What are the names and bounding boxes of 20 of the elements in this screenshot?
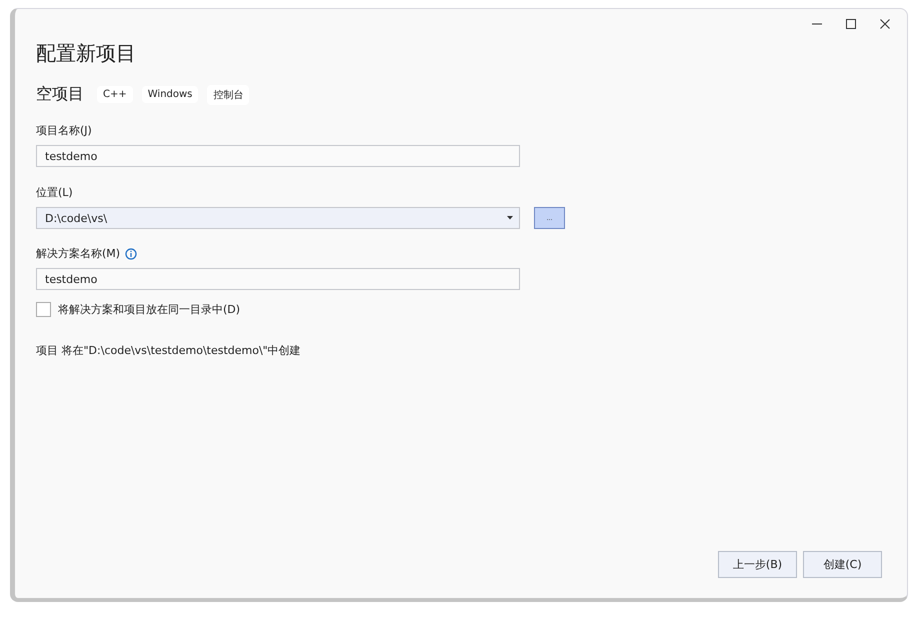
template-tag: 控制台 (207, 84, 250, 104)
dialog-button[interactable]: 创建(C) (803, 551, 882, 578)
template-name: 空项目 (36, 84, 84, 105)
dialog-button[interactable]: 上一步(B) (718, 551, 797, 578)
checkbox[interactable] (36, 302, 51, 317)
template-tag: C++ (97, 86, 133, 103)
close-icon[interactable] (879, 18, 891, 30)
dropdown-arrow-icon (507, 216, 513, 220)
info-text: 项目 将在"D:\code\vs\testdemo\testdemo\"中创建 (36, 343, 302, 358)
window-title: 配置新项目 (36, 40, 137, 66)
location-dropdown[interactable]: D:\code\vs\ (36, 207, 520, 229)
field-label: 项目名称(J) (36, 123, 93, 138)
template-tag: Windows (142, 86, 198, 103)
project-name-field[interactable]: testdemo (36, 145, 520, 167)
solution-name-field[interactable]: testdemo (36, 268, 520, 290)
maximize-icon[interactable] (845, 18, 857, 30)
info-icon[interactable] (125, 248, 138, 260)
field-label: 解决方案名称(M) (36, 246, 120, 261)
field-label: 位置(L) (36, 185, 74, 200)
checkbox-label: 将解决方案和项目放在同一目录中(D) (58, 302, 240, 317)
